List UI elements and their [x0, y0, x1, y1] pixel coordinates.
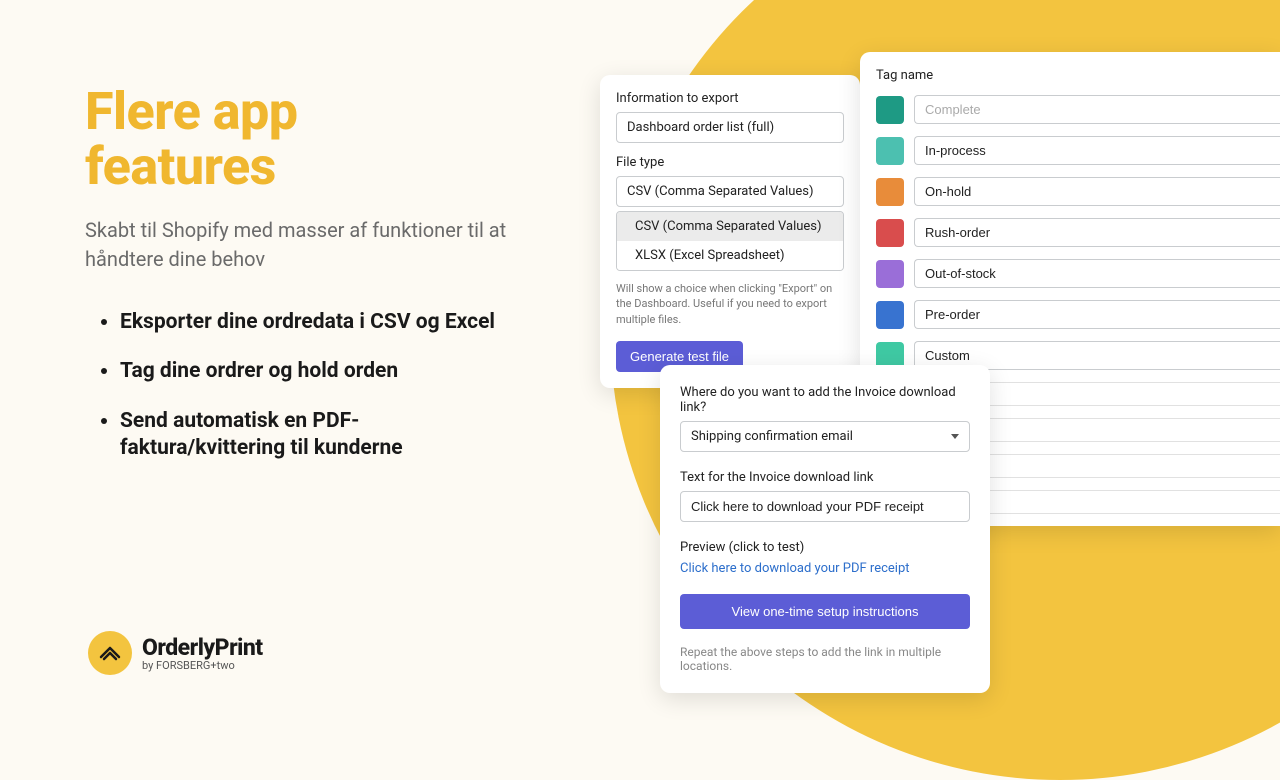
tag-color-swatch[interactable]	[876, 219, 904, 247]
export-info-select[interactable]: Dashboard order list (full)	[616, 112, 844, 143]
invoice-link-text-input[interactable]	[680, 491, 970, 522]
tag-name-input[interactable]	[914, 300, 1280, 329]
marketing-copy: Flere app features Skabt til Shopify med…	[85, 85, 515, 484]
tag-row	[876, 95, 1280, 124]
tag-color-swatch[interactable]	[876, 178, 904, 206]
feature-list: Eksporter dine ordredata i CSV og Excel …	[85, 309, 515, 462]
subheadline: Skabt til Shopify med masser af funktion…	[85, 216, 515, 274]
export-file-select[interactable]: CSV (Comma Separated Values)	[616, 176, 844, 207]
logo-icon	[88, 631, 132, 675]
export-file-dropdown: CSV (Comma Separated Values) XLSX (Excel…	[616, 211, 844, 271]
export-panel: Information to export Dashboard order li…	[600, 75, 860, 388]
logo-name: OrderlyPrint	[142, 634, 263, 661]
tag-row	[876, 300, 1280, 329]
headline-line2: features	[85, 136, 276, 197]
dropdown-option-xlsx[interactable]: XLSX (Excel Spreadsheet)	[617, 241, 843, 270]
export-helper: Will show a choice when clicking "Export…	[616, 281, 844, 327]
export-file-label: File type	[616, 155, 844, 170]
tag-name-input[interactable]	[914, 177, 1280, 206]
tag-name-input[interactable]	[914, 218, 1280, 247]
export-info-value: Dashboard order list (full)	[627, 120, 774, 135]
tags-label: Tag name	[876, 68, 1280, 83]
invoice-preview-link[interactable]: Click here to download your PDF receipt	[680, 561, 970, 576]
feature-item: Eksporter dine ordredata i CSV og Excel	[120, 309, 515, 336]
tag-color-swatch[interactable]	[876, 137, 904, 165]
dropdown-option-csv[interactable]: CSV (Comma Separated Values)	[617, 212, 843, 241]
tag-name-input[interactable]	[914, 136, 1280, 165]
invoice-where-label: Where do you want to add the Invoice dow…	[680, 385, 970, 415]
tag-color-swatch[interactable]	[876, 301, 904, 329]
tag-row	[876, 218, 1280, 247]
feature-item: Send automatisk en PDF-faktura/kvitterin…	[120, 408, 515, 463]
invoice-repeat-note: Repeat the above steps to add the link i…	[680, 645, 970, 673]
headline: Flere app features	[85, 85, 515, 194]
tag-name-input[interactable]	[914, 259, 1280, 288]
tag-color-swatch[interactable]	[876, 260, 904, 288]
view-setup-instructions-button[interactable]: View one-time setup instructions	[680, 594, 970, 629]
brand-logo: OrderlyPrint by FORSBERG+two	[88, 631, 263, 675]
logo-byline: by FORSBERG+two	[142, 659, 263, 672]
tag-name-input[interactable]	[914, 95, 1280, 124]
export-file-value: CSV (Comma Separated Values)	[627, 184, 814, 199]
tag-color-swatch[interactable]	[876, 96, 904, 124]
chevron-down-icon	[951, 434, 959, 439]
tag-row	[876, 259, 1280, 288]
invoice-text-label: Text for the Invoice download link	[680, 470, 970, 485]
headline-line1: Flere app	[85, 81, 298, 142]
export-info-label: Information to export	[616, 91, 844, 106]
invoice-location-value: Shipping confirmation email	[691, 429, 853, 444]
feature-item: Tag dine ordrer og hold orden	[120, 358, 515, 385]
invoice-link-panel: Where do you want to add the Invoice dow…	[660, 365, 990, 693]
tag-row	[876, 136, 1280, 165]
tag-row	[876, 177, 1280, 206]
invoice-location-select[interactable]: Shipping confirmation email	[680, 421, 970, 452]
invoice-preview-label: Preview (click to test)	[680, 540, 970, 555]
